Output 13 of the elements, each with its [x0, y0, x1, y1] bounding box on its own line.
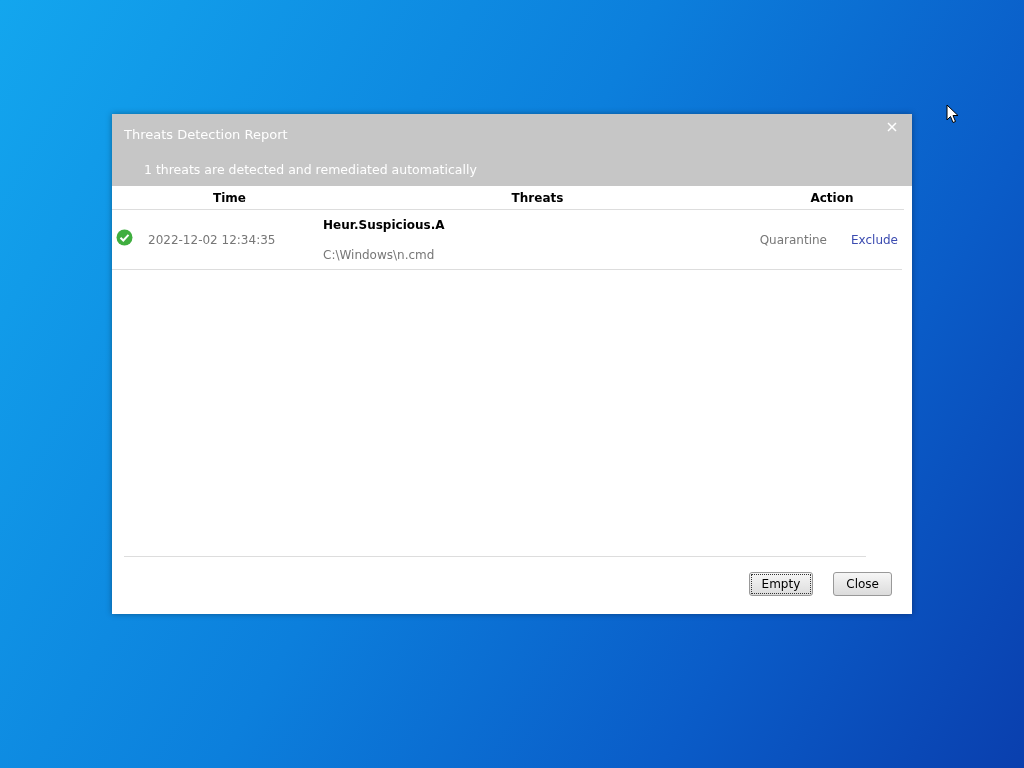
column-header: Action	[810, 190, 854, 205]
dialog-button[interactable]: Close	[833, 572, 892, 596]
exclude-link[interactable]: Exclude	[851, 230, 898, 249]
threat-name: Heur.Suspicious.A	[323, 216, 445, 234]
file-path: C:\Windows\n.cmd	[323, 246, 435, 264]
dialog-button[interactable]: Empty	[748, 572, 814, 596]
column-header: Time	[213, 190, 246, 205]
cursor-icon	[946, 104, 959, 124]
time-cell: 2022-12-02 12:34:35	[148, 232, 276, 247]
column-header: Threats	[511, 190, 564, 205]
action-text: Quarantine	[759, 231, 827, 249]
summary-text: 1 threats are detected and remediated automatically	[144, 160, 478, 179]
window-title: Threats Detection Report	[124, 126, 288, 144]
